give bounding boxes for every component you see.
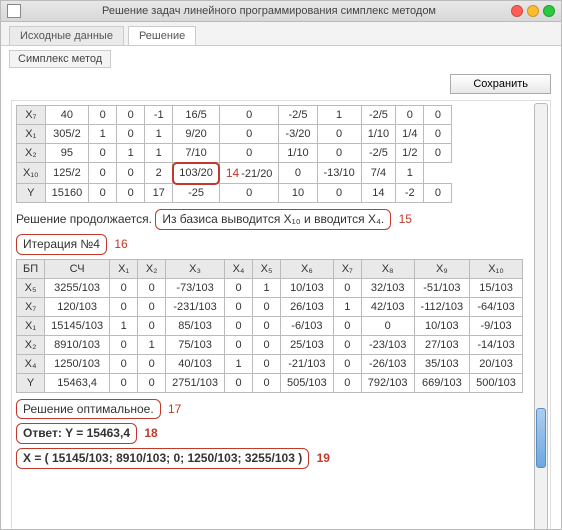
pivot-cell: 103/20 xyxy=(173,163,220,184)
subtab-simplex[interactable]: Симплекс метод xyxy=(9,50,111,68)
table-row: Y 151600017-25010014-20 xyxy=(17,184,452,203)
tab-source-data[interactable]: Исходные данные xyxy=(9,26,124,45)
table-row: X₅3255/10300-73/1030110/103032/103-51/10… xyxy=(17,278,523,297)
annotation-15: 15 xyxy=(399,212,412,226)
maximize-icon[interactable] xyxy=(543,5,555,17)
pivot-text: Из базиса выводится X₁₀ и вводится X₄. xyxy=(155,209,391,230)
basis-cell: X₇ xyxy=(17,106,46,125)
table-row: X₂ 950117/1001/100-2/51/20 xyxy=(17,144,452,163)
annotation-14: 14 xyxy=(226,166,239,180)
annotation-16: 16 xyxy=(114,237,127,251)
table-header-row: БПСЧX₁X₂X₃X₄X₅X₆X₇X₈X₉X₁₀ xyxy=(17,259,523,278)
table-row: X₇ 4000-116/50-2/51-2/500 xyxy=(17,106,452,125)
simplex-table-prev: X₇ 4000-116/50-2/51-2/500 X₁ 305/21019/2… xyxy=(16,105,452,203)
iteration-line: Итерация №4 16 xyxy=(16,234,530,255)
table-row: X₇120/10300-231/1030026/103142/103-112/1… xyxy=(17,297,523,316)
main-tabs: Исходные данные Решение xyxy=(1,22,561,46)
sub-tabs: Симплекс метод xyxy=(1,46,561,68)
continue-line: Решение продолжается. Из базиса выводитс… xyxy=(16,209,530,230)
table-row: X₂8910/1030175/1030025/1030-23/10327/103… xyxy=(17,335,523,354)
save-button[interactable]: Сохранить xyxy=(450,74,551,94)
window-title: Решение задач линейного программирования… xyxy=(27,5,511,17)
table-row: X₄1250/1030040/10310-21/1030-26/10335/10… xyxy=(17,354,523,373)
window-controls xyxy=(511,5,555,17)
annotation-17: 17 xyxy=(168,402,181,416)
table-row: X₁15145/1031085/10300-6/1030010/103-9/10… xyxy=(17,316,523,335)
answer-y-line: Ответ: Y = 15463,4 18 xyxy=(16,423,530,444)
vertical-scrollbar[interactable] xyxy=(534,103,548,529)
annotation-19: 19 xyxy=(317,451,330,465)
solution-scroll: X₇ 4000-116/50-2/51-2/500 X₁ 305/21019/2… xyxy=(11,100,551,529)
scrollbar-thumb[interactable] xyxy=(536,408,546,468)
tab-solution[interactable]: Решение xyxy=(128,26,196,45)
minimize-icon[interactable] xyxy=(527,5,539,17)
optimal-line: Решение оптимальное. 17 xyxy=(16,399,530,420)
app-window: Решение задач линейного программирования… xyxy=(0,0,562,530)
close-icon[interactable] xyxy=(511,5,523,17)
content-area: Сохранить X₇ 4000-116/50-2/51-2/500 X₁ 3… xyxy=(1,68,561,529)
table-row: X₁ 305/21019/200-3/2001/101/40 xyxy=(17,125,452,144)
annotation-18: 18 xyxy=(144,426,157,440)
app-icon xyxy=(7,4,21,18)
answer-x-line: X = ( 15145/103; 8910/103; 0; 1250/103; … xyxy=(16,448,530,469)
simplex-table-4: БПСЧX₁X₂X₃X₄X₅X₆X₇X₈X₉X₁₀ X₅3255/10300-7… xyxy=(16,259,523,393)
titlebar: Решение задач линейного программирования… xyxy=(1,1,561,22)
table-row: Y15463,4002751/10300505/1030792/103669/1… xyxy=(17,373,523,392)
table-row: X₁₀ 125/2002 103/20 14-21/20 0-13/107/41 xyxy=(17,163,452,184)
